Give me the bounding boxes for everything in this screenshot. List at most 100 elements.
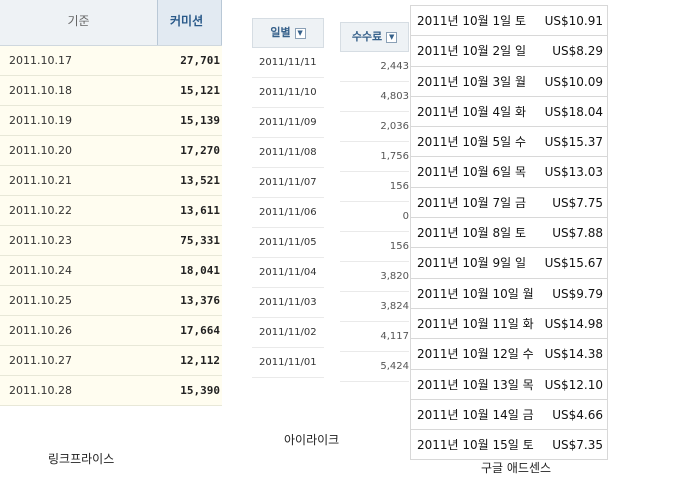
list-item: 2011년 10월 1일 토 US$10.91 xyxy=(410,5,608,37)
date-rows: 2011/11/11 2011/11/10 2011/11/09 2011/11/08… xyxy=(252,48,324,378)
amount-cell: 3,824 xyxy=(340,292,409,322)
row-commission: 13,611 xyxy=(180,204,220,217)
date-column-header[interactable]: 일별 ▼ xyxy=(252,18,324,48)
row-earnings: US$12.10 xyxy=(544,377,603,392)
amount-cell: 2,036 xyxy=(340,112,409,142)
date-column-header[interactable]: 기준 xyxy=(0,0,157,45)
row-date: 2011년 10월 14일 금 xyxy=(417,407,534,422)
date-cell: 2011/11/09 xyxy=(252,108,324,138)
table-row: 2011.10.24 18,041 xyxy=(0,256,222,286)
row-date: 2011년 10월 3일 월 xyxy=(417,74,527,89)
row-commission: 15,390 xyxy=(180,384,220,397)
row-date: 2011년 10월 12일 수 xyxy=(417,347,534,362)
row-date: 2011년 10월 9일 일 xyxy=(417,256,527,271)
table-row: 2011.10.28 15,390 xyxy=(0,376,222,406)
table-row: 2011.10.22 13,611 xyxy=(0,196,222,226)
row-date: 2011년 10월 13일 목 xyxy=(417,377,534,392)
list-item: 2011년 10월 12일 수 US$14.38 xyxy=(410,339,608,370)
row-commission: 12,112 xyxy=(180,354,220,367)
row-earnings: US$8.29 xyxy=(552,44,603,59)
table-row: 2011.10.27 12,112 xyxy=(0,346,222,376)
row-date: 2011년 10월 4일 화 xyxy=(417,104,527,119)
table-row: 2011.10.26 17,664 xyxy=(0,316,222,346)
linkprice-caption: 링크프라이스 xyxy=(48,452,115,466)
row-date: 2011.10.26 xyxy=(9,324,72,337)
row-date: 2011년 10월 1일 토 xyxy=(417,14,527,28)
linkprice-table: 기준 커미션 2011.10.17 27,701 2011.10.18 15,121 2… xyxy=(0,0,222,406)
row-commission: 15,121 xyxy=(180,84,220,97)
row-commission: 15,139 xyxy=(180,114,220,127)
list-item: 2011년 10월 4일 화 US$18.04 xyxy=(410,96,608,128)
row-earnings: US$4.66 xyxy=(552,407,603,422)
row-date: 2011년 10월 6일 목 xyxy=(417,165,527,180)
row-date: 2011.10.23 xyxy=(9,234,72,247)
row-date: 2011.10.21 xyxy=(9,174,72,187)
list-item: 2011년 10월 10일 월 US$9.79 xyxy=(410,278,608,309)
list-item: 2011년 10월 13일 목 US$12.10 xyxy=(410,369,608,400)
row-commission: 17,270 xyxy=(180,144,220,157)
amount-cell: 4,803 xyxy=(340,82,409,112)
amount-cell: 4,117 xyxy=(340,322,409,352)
row-commission: 17,664 xyxy=(180,324,220,337)
amount-cell: 2,443 xyxy=(340,52,409,82)
list-item: 2011년 10월 15일 토 US$7.35 xyxy=(410,430,608,461)
row-date: 2011년 10월 11일 화 xyxy=(417,316,534,331)
date-header-label: 일별 xyxy=(270,26,291,39)
list-item: 2011년 10월 2일 일 US$8.29 xyxy=(410,36,608,67)
date-cell: 2011/11/11 xyxy=(252,48,324,78)
row-date: 2011년 10월 2일 일 xyxy=(417,44,527,59)
row-date: 2011년 10월 15일 토 xyxy=(417,438,534,453)
amount-cell: 1,756 xyxy=(340,142,409,172)
row-date: 2011.10.27 xyxy=(9,354,72,367)
amount-rows: 2,443 4,803 2,036 1,756 156 0 156 3,820 3,824 4,1… xyxy=(340,52,409,382)
row-earnings: US$18.04 xyxy=(544,104,603,119)
date-cell: 2011/11/08 xyxy=(252,138,324,168)
row-date: 2011년 10월 7일 금 xyxy=(417,195,527,210)
row-date: 2011.10.18 xyxy=(9,84,72,97)
row-earnings: US$14.98 xyxy=(544,316,603,331)
table-row: 2011.10.19 15,139 xyxy=(0,106,222,136)
date-cell: 2011/11/10 xyxy=(252,78,324,108)
ilike-date-column: 일별 ▼ 2011/11/11 2011/11/10 2011/11/09 2011/1… xyxy=(252,18,324,378)
row-earnings: US$13.03 xyxy=(544,165,603,180)
date-cell: 2011/11/05 xyxy=(252,228,324,258)
adsense-table: 2011년 10월 1일 토 US$10.91 2011년 10월 2일 일 US$8… xyxy=(410,5,608,461)
amount-cell: 3,820 xyxy=(340,262,409,292)
row-date: 2011.10.25 xyxy=(9,294,72,307)
amount-cell: 5,424 xyxy=(340,352,409,382)
list-item: 2011년 10월 8일 토 US$7.88 xyxy=(410,218,608,249)
table-body: 2011.10.17 27,701 2011.10.18 15,121 2011.10.… xyxy=(0,46,222,406)
row-earnings: US$15.67 xyxy=(544,256,603,271)
row-earnings: US$15.37 xyxy=(544,135,603,150)
amount-header-label: 수수료 xyxy=(351,30,383,43)
amount-cell: 156 xyxy=(340,232,409,262)
row-earnings: US$10.91 xyxy=(544,14,603,28)
list-item: 2011년 10월 3일 월 US$10.09 xyxy=(410,66,608,97)
row-earnings: US$10.09 xyxy=(544,74,603,89)
list-item: 2011년 10월 6일 목 US$13.03 xyxy=(410,157,608,188)
ilike-amount-column: 수수료 ▼ 2,443 4,803 2,036 1,756 156 0 156 3,820 3,8… xyxy=(340,22,409,382)
row-date: 2011.10.17 xyxy=(9,54,72,67)
table-row: 2011.10.17 27,701 xyxy=(0,46,222,76)
sort-down-icon[interactable]: ▼ xyxy=(294,27,306,39)
amount-column-header[interactable]: 수수료 ▼ xyxy=(340,22,409,52)
date-cell: 2011/11/01 xyxy=(252,348,324,378)
date-cell: 2011/11/04 xyxy=(252,258,324,288)
table-row: 2011.10.21 13,521 xyxy=(0,166,222,196)
row-date: 2011.10.24 xyxy=(9,264,72,277)
row-date: 2011.10.28 xyxy=(9,384,72,397)
row-commission: 27,701 xyxy=(180,54,220,67)
commission-column-header[interactable]: 커미션 xyxy=(157,0,222,45)
sort-down-icon[interactable]: ▼ xyxy=(386,31,398,43)
list-item: 2011년 10월 11일 화 US$14.98 xyxy=(410,308,608,340)
list-item: 2011년 10월 9일 일 US$15.67 xyxy=(410,248,608,279)
table-header: 기준 커미션 xyxy=(0,0,222,46)
amount-cell: 0 xyxy=(340,202,409,232)
adsense-caption: 구글 애드센스 xyxy=(481,461,552,475)
ilike-caption: 아이라이크 xyxy=(284,433,340,447)
amount-cell: 156 xyxy=(340,172,409,202)
row-earnings: US$9.79 xyxy=(552,286,603,301)
list-item: 2011년 10월 14일 금 US$4.66 xyxy=(410,399,608,431)
row-commission: 13,521 xyxy=(180,174,220,187)
row-commission: 18,041 xyxy=(180,264,220,277)
